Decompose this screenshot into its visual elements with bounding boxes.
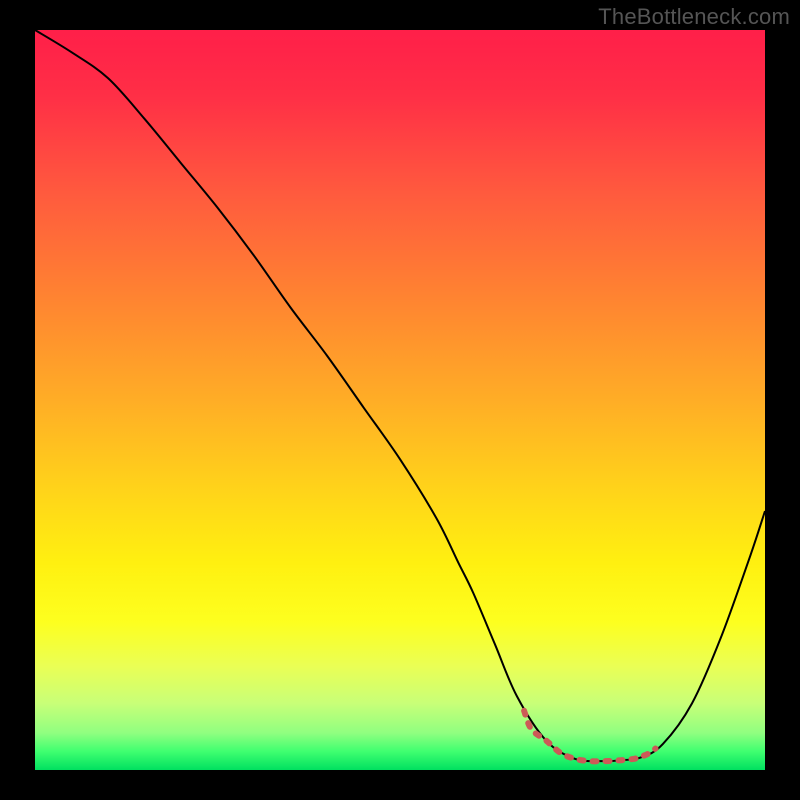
bottleneck-chart — [0, 0, 800, 800]
chart-container: TheBottleneck.com — [0, 0, 800, 800]
plot-background — [35, 30, 765, 770]
watermark-text: TheBottleneck.com — [598, 4, 790, 30]
